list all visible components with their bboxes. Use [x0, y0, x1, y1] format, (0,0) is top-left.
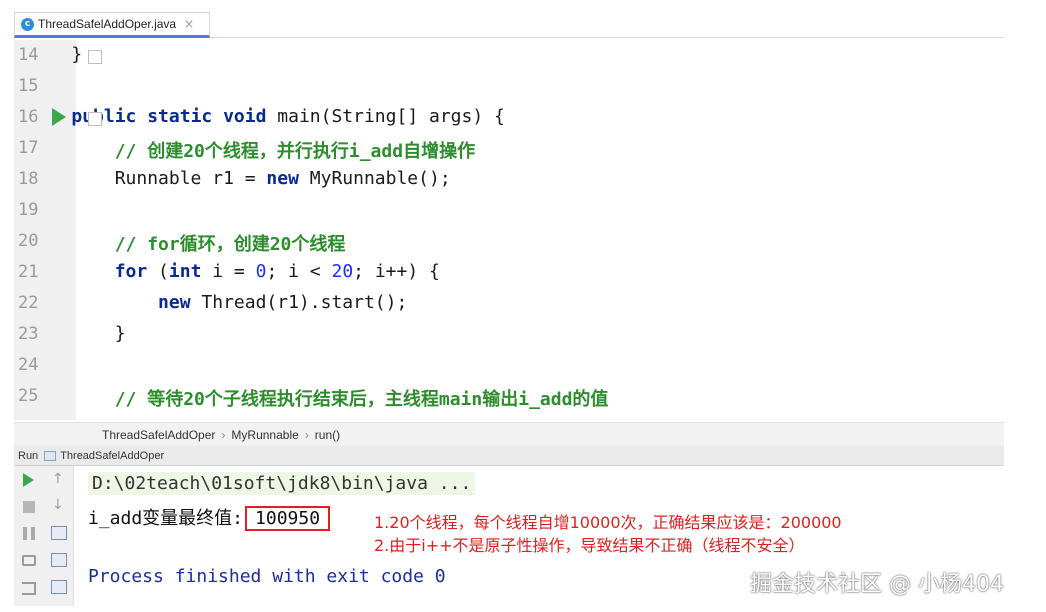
fold-icon[interactable]	[88, 50, 102, 64]
rerun-icon[interactable]	[23, 473, 34, 487]
console-command: D:\02teach\01soft\jdk8\bin\java ...	[88, 472, 476, 495]
annotation-line-1: 1.20个线程，每个线程自增10000次，正确结果应该是：200000	[374, 513, 842, 532]
soft-wrap-icon[interactable]	[51, 526, 67, 540]
run-toolbar-secondary: ↑ ↓	[44, 466, 74, 606]
editor-tab-bar: c ThreadSafelAddOper.java ×	[14, 12, 1004, 38]
breadcrumb-class[interactable]: ThreadSafelAddOper	[102, 428, 215, 442]
print-icon[interactable]	[51, 580, 67, 594]
breadcrumb-separator: ›	[304, 427, 309, 442]
code-text: // 等待20个子线程执行结束后，主线程main输出i_add的值	[28, 389, 609, 410]
breadcrumb-inner-class[interactable]: MyRunnable	[231, 428, 298, 442]
console-output: i_add变量最终值: 100950	[88, 504, 331, 531]
arrow-down-icon[interactable]: ↓	[52, 497, 64, 513]
code-line[interactable]: 21 for (int i = 0; i < 20; i++) {	[14, 257, 1004, 288]
code-line[interactable]: 23 }	[14, 319, 1004, 350]
breadcrumb-method[interactable]: run()	[315, 428, 340, 442]
breadcrumb-separator: ›	[221, 427, 226, 442]
code-text: }	[28, 44, 83, 65]
tab-label: ThreadSafelAddOper.java	[38, 17, 177, 31]
code-text: Runnable r1 = new MyRunnable();	[28, 168, 451, 189]
code-line[interactable]: 14 }	[14, 40, 1004, 71]
code-text: new Thread(r1).start();	[158, 292, 408, 313]
editor-tab[interactable]: c ThreadSafelAddOper.java ×	[14, 12, 210, 38]
code-line[interactable]: 24	[14, 350, 1004, 381]
class-icon: c	[21, 17, 34, 31]
run-gutter-icon[interactable]	[52, 108, 66, 126]
code-text: for (int i = 0; i < 20; i++) {	[114, 261, 440, 282]
close-icon[interactable]: ×	[184, 17, 194, 31]
stop-icon[interactable]	[23, 501, 35, 513]
code-line[interactable]: 19	[14, 195, 1004, 226]
pause-icon[interactable]	[23, 527, 35, 540]
run-tab[interactable]: ThreadSafelAddOper	[60, 450, 164, 462]
code-text: // 创建20个线程，并行执行i_add自增操作	[28, 141, 476, 162]
arrow-up-icon[interactable]: ↑	[52, 471, 64, 487]
breadcrumb: ThreadSafelAddOper › MyRunnable › run()	[14, 422, 1004, 446]
run-toolbar	[14, 466, 44, 606]
output-value: 100950	[245, 506, 331, 531]
code-line[interactable]: 15	[14, 71, 1004, 102]
line-number: 19	[18, 200, 39, 220]
line-number: 24	[18, 355, 39, 375]
code-editor[interactable]: 14 } 15 16 public static void main(String[…	[14, 40, 1004, 420]
watermark: 掘金技术社区 @ 小杨404	[750, 572, 1004, 597]
code-line[interactable]: 18 Runnable r1 = new MyRunnable();	[14, 164, 1004, 195]
code-line[interactable]: 22 new Thread(r1).start();	[14, 288, 1004, 319]
scroll-to-end-icon[interactable]	[51, 553, 67, 567]
login-icon[interactable]	[22, 582, 36, 595]
code-text: // for循环，创建20个线程	[28, 234, 346, 255]
line-number: 15	[18, 76, 39, 96]
code-line[interactable]: 17 // 创建20个线程，并行执行i_add自增操作	[14, 133, 1004, 164]
output-label: i_add变量最终值:	[88, 508, 244, 529]
code-line[interactable]: 25 // 等待20个子线程执行结束后，主线程main输出i_add的值	[14, 381, 1004, 412]
fold-icon[interactable]	[88, 112, 102, 126]
run-tool-header: Run ThreadSafelAddOper	[14, 446, 1004, 466]
code-text: }	[28, 323, 126, 344]
camera-icon[interactable]	[22, 555, 36, 566]
run-config-icon	[44, 450, 57, 461]
code-line[interactable]: 20 // for循环，创建20个线程	[14, 226, 1004, 257]
console-exit-message: Process finished with exit code 0	[88, 566, 446, 587]
code-line[interactable]: 16 public static void main(String[] args…	[14, 102, 1004, 133]
run-title: Run	[18, 449, 39, 462]
annotation-line-2: 2.由于i++不是原子性操作，导致结果不正确（线程不安全）	[374, 536, 805, 555]
